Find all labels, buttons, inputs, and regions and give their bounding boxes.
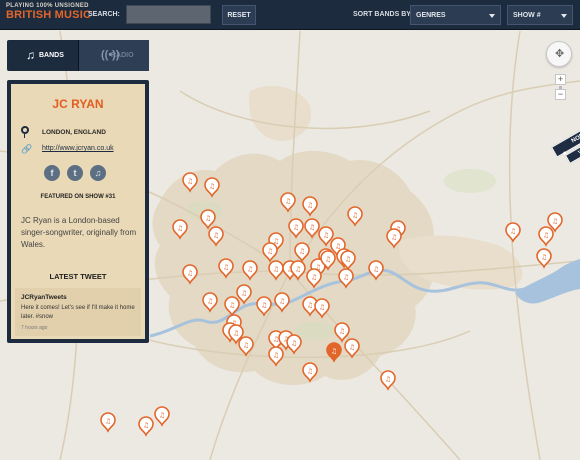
music-note-icon: ♫: [293, 224, 299, 232]
music-note-icon: ♫: [243, 342, 249, 350]
sort-genres-value: GENRES: [416, 12, 446, 19]
music-note-icon: ♫: [241, 290, 247, 298]
music-note-icon: ♫: [352, 212, 358, 220]
music-note-icon: ♫: [309, 224, 315, 232]
band-info-content: JC RYAN LONDON, ENGLAND 🔗 http://www.jcr…: [11, 84, 145, 339]
featured-on-show: FEATURED ON SHOW #31: [40, 194, 116, 200]
music-note-icon: ♫: [273, 266, 279, 274]
music-note-icon: ♫: [279, 298, 285, 306]
band-website-link[interactable]: http://www.jcryan.co.uk: [42, 145, 114, 152]
tweet-user[interactable]: JCRyanTweets: [21, 294, 67, 301]
music-note-icon: ♫: [267, 248, 273, 256]
reset-button[interactable]: RESET: [222, 5, 256, 25]
music-note-icon: ♫: [26, 48, 35, 62]
broadcast-icon: ((•)): [101, 49, 120, 61]
search-input[interactable]: [126, 5, 211, 24]
music-note-icon: ♫: [285, 198, 291, 206]
park-area: [444, 169, 496, 193]
music-note-icon: ♫: [307, 302, 313, 310]
link-icon: 🔗: [21, 144, 33, 154]
music-note-icon: ♫: [319, 304, 325, 312]
chevron-down-icon: [489, 14, 495, 18]
music-note-icon: ♫: [105, 418, 111, 426]
music-note-icon: ♫: [233, 330, 239, 338]
music-note-icon: ♫: [325, 256, 331, 264]
urban-area-north: [249, 86, 311, 141]
tab-bands-label: BANDS: [39, 52, 64, 59]
music-note-icon: ♫: [213, 232, 219, 240]
band-marker[interactable]: ♫: [138, 416, 154, 437]
twitter-icon[interactable]: t: [67, 165, 83, 181]
logo-title: BRITISH MUSIC: [6, 9, 92, 21]
music-note-icon: ♫: [373, 266, 379, 274]
music-note-icon: ♫: [187, 270, 193, 278]
music-note-icon: ♫: [159, 412, 165, 420]
park-area: [295, 322, 335, 340]
band-info-card: JC RYAN LONDON, ENGLAND 🔗 http://www.jcr…: [7, 80, 149, 343]
tweet-time: 7 hours ago: [21, 325, 48, 331]
music-note-icon: ♫: [307, 368, 313, 376]
music-note-icon: ♫: [343, 274, 349, 282]
music-note-icon: ♫: [345, 256, 351, 264]
show-number-select[interactable]: SHOW #: [507, 5, 573, 25]
zoom-out-button[interactable]: −: [555, 89, 566, 100]
sort-genres-select[interactable]: GENRES: [410, 5, 501, 25]
search-label: SEARCH:: [88, 11, 120, 18]
sort-label: SORT BANDS BY:: [353, 11, 413, 18]
band-bio: JC Ryan is a London-based singer-songwri…: [21, 216, 137, 249]
music-note-icon: ♫: [177, 225, 183, 233]
music-note-icon: ♫: [385, 376, 391, 384]
music-note-icon: ♫: [247, 266, 253, 274]
music-note-icon: ♫: [223, 264, 229, 272]
music-note-icon: ♫: [510, 228, 516, 236]
music-note-icon: ♫: [323, 232, 329, 240]
music-icon[interactable]: ♫: [90, 165, 106, 181]
site-logo[interactable]: PLAYING 100% UNSIGNED BRITISH MUSIC: [6, 3, 91, 21]
chevron-down-icon: [561, 14, 567, 18]
music-note-icon: ♫: [311, 274, 317, 282]
location-pin-icon: [21, 126, 29, 138]
panel-tabs: ♫ BANDS ((•)) RADIO: [7, 40, 149, 71]
music-note-icon: ♫: [331, 348, 337, 356]
latest-tweet-heading: LATEST TWEET: [49, 272, 107, 281]
band-marker[interactable]: ♫: [505, 222, 521, 243]
music-note-icon: ♫: [299, 248, 305, 256]
music-note-icon: ♫: [543, 232, 549, 240]
move-arrows-icon: ✥: [555, 48, 565, 60]
music-note-icon: ♫: [339, 328, 345, 336]
band-name: JC RYAN: [52, 97, 104, 111]
music-note-icon: ♫: [552, 218, 558, 226]
music-note-icon: ♫: [391, 234, 397, 242]
tweet-box: JCRyanTweets Here it comes! Let's see if…: [15, 288, 141, 336]
band-marker[interactable]: ♫: [100, 412, 116, 433]
tweet-text: Here it comes! Let's see if I'll make it…: [21, 305, 135, 320]
music-note-icon: ♫: [261, 302, 267, 310]
band-location: LONDON, ENGLAND: [42, 129, 106, 136]
music-note-icon: ♫: [307, 202, 313, 210]
tab-radio[interactable]: ((•)) RADIO: [78, 40, 149, 71]
music-note-icon: ♫: [273, 336, 279, 344]
tab-bands[interactable]: ♫ BANDS: [7, 40, 78, 71]
music-note-icon: ♫: [229, 302, 235, 310]
music-note-icon: ♫: [541, 254, 547, 262]
band-marker[interactable]: ♫: [154, 406, 170, 427]
music-note-icon: ♫: [207, 298, 213, 306]
show-number-value: SHOW #: [513, 12, 541, 19]
band-marker[interactable]: ♫: [538, 226, 554, 247]
pan-control[interactable]: ✥: [546, 41, 572, 67]
facebook-icon[interactable]: f: [44, 165, 60, 181]
zoom-in-button[interactable]: +: [555, 74, 566, 85]
music-note-icon: ♫: [273, 352, 279, 360]
music-note-icon: ♫: [143, 422, 149, 430]
music-note-icon: ♫: [295, 266, 301, 274]
top-bar: PLAYING 100% UNSIGNED BRITISH MUSIC SEAR…: [0, 0, 580, 30]
music-note-icon: ♫: [349, 344, 355, 352]
music-note-icon: ♫: [187, 178, 193, 186]
music-note-icon: ♫: [291, 340, 297, 348]
music-note-icon: ♫: [205, 215, 211, 223]
music-note-icon: ♫: [209, 183, 215, 191]
